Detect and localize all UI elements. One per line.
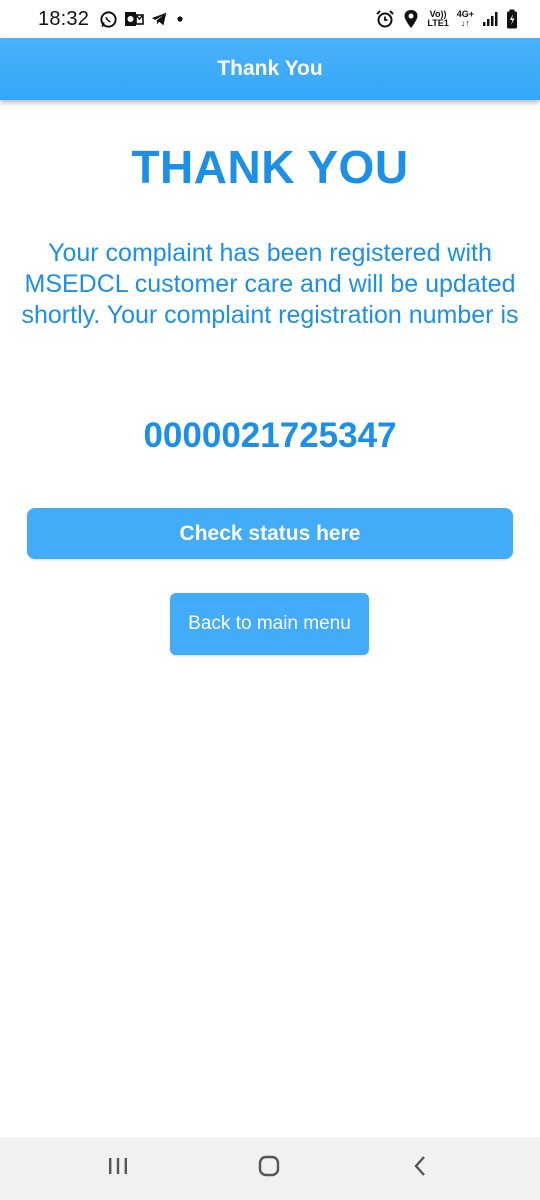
4g-icon: 4G+ ↓↑ [457,10,474,28]
whatsapp-icon [99,10,118,29]
app-bar: Thank You [0,38,540,100]
volte-icon: Vo)) LTE1 [427,10,448,28]
confirmation-message: Your complaint has been registered with … [21,239,519,329]
check-status-button[interactable]: Check status here [27,508,513,559]
registration-number: 0000021725347 [143,416,397,455]
signal-icon [482,11,498,27]
alarm-icon [375,9,395,29]
thank-you-heading: THANK YOU [131,141,409,193]
telegram-icon [150,10,168,28]
notification-icons [99,10,186,29]
outlook-icon [124,10,144,28]
data-arrows-icon: ↓↑ [460,18,470,28]
recents-icon [107,1156,129,1181]
location-icon [403,9,419,29]
back-button[interactable] [380,1137,460,1200]
app-bar-title: Thank You [217,57,323,80]
battery-icon [506,9,518,29]
recents-button[interactable] [78,1137,158,1200]
back-to-main-menu-button[interactable]: Back to main menu [170,593,369,655]
volte-label-bottom: LTE1 [427,18,449,28]
status-time: 18:32 [38,7,90,30]
system-nav-bar [0,1137,540,1200]
status-right-icons: Vo)) LTE1 4G+ ↓↑ [375,9,518,29]
back-icon [412,1155,428,1182]
home-button[interactable] [229,1137,309,1200]
status-bar: 18:32 Vo)) LTE1 4G+ ↓↑ [0,0,540,38]
dot-icon [174,10,186,28]
home-icon [257,1154,281,1183]
